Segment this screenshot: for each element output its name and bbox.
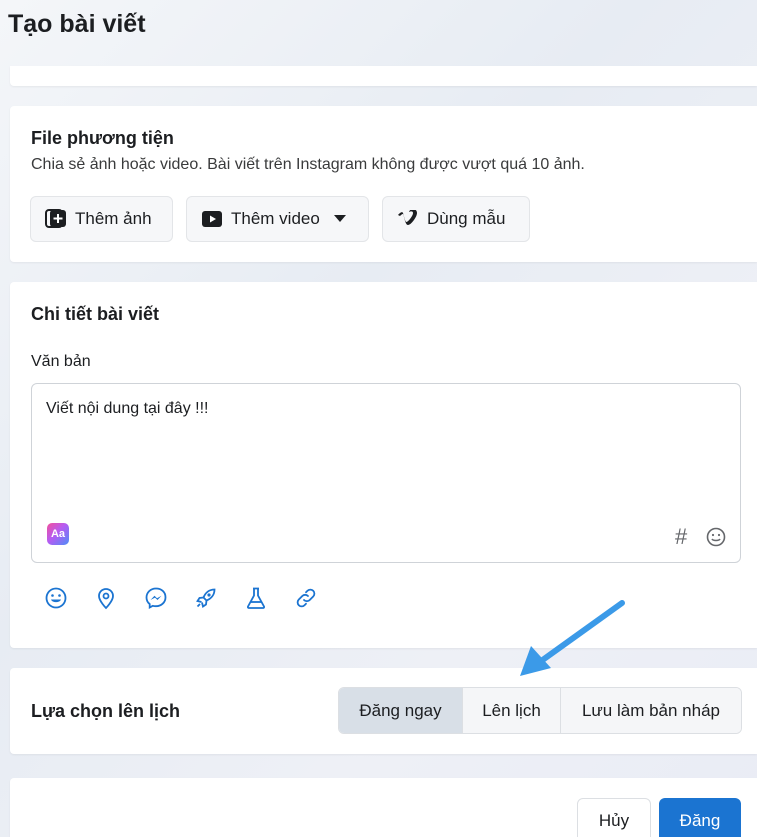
hashtag-icon[interactable]: # [675,524,687,550]
media-description: Chia sẻ ảnh hoặc video. Bài viết trên In… [31,156,585,173]
link-icon[interactable] [294,586,318,610]
top-card [10,66,757,86]
schedule-options: Đăng ngay Lên lịch Lưu làm bản nháp [338,687,742,734]
add-video-button[interactable]: Thêm video [186,196,369,242]
footer-section: Hủy Đăng [10,778,757,837]
page-title: Tạo bài viết [8,10,146,38]
option-post-now[interactable]: Đăng ngay [339,688,463,733]
add-video-label: Thêm video [231,209,320,228]
vimeo-icon [397,210,419,228]
text-style-icon[interactable]: Aa [47,523,69,545]
video-icon [201,210,223,228]
rocket-icon[interactable] [194,586,218,610]
schedule-title: Lựa chọn lên lịch [31,701,181,721]
post-text-area[interactable]: Viết nội dung tại đây !!! Aa # [31,383,741,563]
location-pin-icon[interactable] [94,586,118,610]
option-schedule[interactable]: Lên lịch [463,688,561,733]
chevron-down-icon [333,215,346,223]
schedule-section: Lựa chọn lên lịch Đăng ngay Lên lịch Lưu… [10,668,757,754]
option-save-draft[interactable]: Lưu làm bản nháp [561,688,741,733]
media-title: File phương tiện [31,128,174,148]
cancel-button[interactable]: Hủy [577,798,651,837]
post-button[interactable]: Đăng [659,798,741,837]
text-label: Văn bản [31,353,91,370]
annotation-arrow-icon [520,600,625,676]
post-text-value[interactable]: Viết nội dung tại đây !!! [46,400,208,418]
details-title: Chi tiết bài viết [31,304,160,324]
add-photo-label: Thêm ảnh [75,209,152,228]
use-template-button[interactable]: Dùng mẫu [382,196,530,242]
media-section: File phương tiện Chia sẻ ảnh hoặc video.… [10,106,757,262]
post-details-section: Chi tiết bài viết Văn bản Viết nội dung … [10,282,757,648]
use-template-label: Dùng mẫu [427,209,506,228]
add-photo-icon [45,209,67,229]
flask-icon[interactable] [244,586,268,610]
emoji-picker-icon[interactable] [706,527,726,552]
add-photo-button[interactable]: Thêm ảnh [30,196,173,242]
emoji-icon[interactable] [44,586,68,610]
post-tools-toolbar [44,586,318,610]
messenger-icon[interactable] [144,586,168,610]
